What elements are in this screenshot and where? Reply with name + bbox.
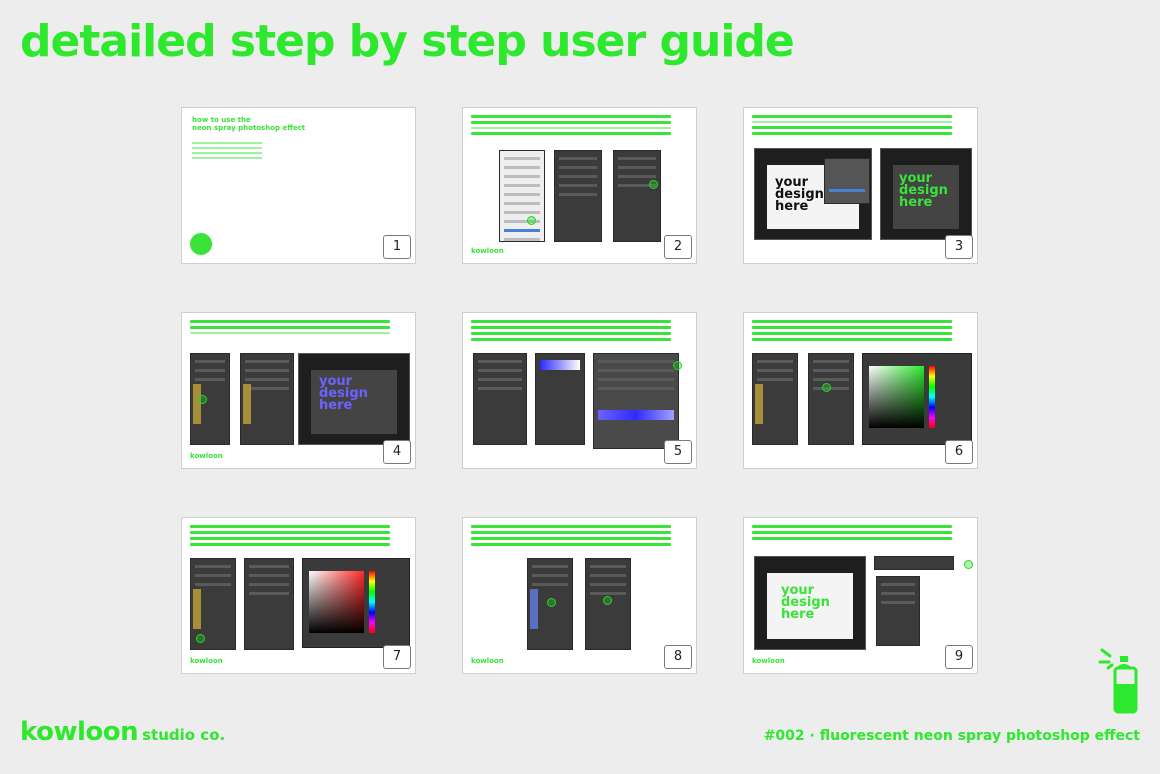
guide-card-5: 5 xyxy=(462,312,697,469)
photoshop-window: your design here xyxy=(298,353,410,445)
highlight-marker-icon xyxy=(603,596,612,605)
color-picker-dialog xyxy=(302,558,410,648)
guide-card-7: kowloon 7 xyxy=(181,517,416,674)
card-caption xyxy=(190,525,390,549)
card-title-line1: how to use the xyxy=(192,116,251,124)
layers-panel xyxy=(473,353,527,445)
photoshop-window: your design here xyxy=(754,556,866,650)
step-number-badge: 1 xyxy=(383,235,411,259)
layers-panel xyxy=(752,353,798,445)
card-caption xyxy=(190,320,390,337)
card-title: how to use the neon spray photoshop effe… xyxy=(192,116,342,132)
highlight-marker-icon xyxy=(198,395,207,404)
highlight-marker-icon xyxy=(822,383,831,392)
layers-menu-panel xyxy=(499,150,545,242)
highlight-marker-icon xyxy=(527,216,536,225)
guide-card-4: your design here kowloon 4 xyxy=(181,312,416,469)
canvas-placeholder-text: your design here xyxy=(775,175,824,214)
highlight-marker-icon xyxy=(547,598,556,607)
gradient-editor-dialog xyxy=(593,353,679,449)
spray-can-icon xyxy=(1098,648,1138,714)
step-number-badge: 7 xyxy=(383,645,411,669)
layers-panel xyxy=(244,558,294,650)
card-brand: kowloon xyxy=(471,247,504,255)
kowloon-logo-icon xyxy=(190,233,212,255)
layers-panel xyxy=(554,150,602,242)
brand-sub: studio co. xyxy=(142,726,226,744)
color-picker-dialog xyxy=(862,353,972,445)
highlight-marker-icon xyxy=(964,560,973,569)
guide-card-1: how to use the neon spray photoshop effe… xyxy=(181,107,416,264)
card-caption xyxy=(471,525,671,549)
step-number-badge: 6 xyxy=(945,440,973,464)
step-number-badge: 2 xyxy=(664,235,692,259)
smart-object-dialog xyxy=(824,158,870,204)
card-caption xyxy=(471,320,671,344)
guide-card-3: your design here your design here 3 xyxy=(743,107,978,264)
card-step-list xyxy=(192,142,262,162)
guide-card-2: kowloon 2 xyxy=(462,107,697,264)
highlight-marker-icon xyxy=(673,361,682,370)
card-brand: kowloon xyxy=(190,452,223,460)
card-caption xyxy=(752,115,952,138)
card-title-line2: neon spray photoshop effect xyxy=(192,124,306,132)
layers-panel xyxy=(613,150,661,242)
card-brand: kowloon xyxy=(471,657,504,665)
step-number-badge: 8 xyxy=(664,645,692,669)
guide-card-6: 6 xyxy=(743,312,978,469)
card-caption xyxy=(752,320,952,344)
guide-card-8: kowloon 8 xyxy=(462,517,697,674)
canvas-placeholder-text: your design here xyxy=(781,583,830,622)
card-brand: kowloon xyxy=(190,657,223,665)
highlight-marker-icon xyxy=(196,634,205,643)
product-title: #002 · fluorescent neon spray photoshop … xyxy=(763,728,1140,744)
card-caption xyxy=(752,525,952,543)
step-number-badge: 5 xyxy=(664,440,692,464)
step-number-badge: 3 xyxy=(945,235,973,259)
card-caption xyxy=(471,115,671,138)
highlight-marker-icon xyxy=(649,180,658,189)
gradient-panel xyxy=(535,353,585,445)
step-number-badge: 4 xyxy=(383,440,411,464)
card-brand: kowloon xyxy=(752,657,785,665)
guide-grid: how to use the neon spray photoshop effe… xyxy=(0,0,1160,774)
step-number-badge: 9 xyxy=(945,645,973,669)
layers-panel xyxy=(808,353,854,445)
photoshop-window: your design here xyxy=(880,148,972,240)
canvas-placeholder-text: your design here xyxy=(899,171,948,210)
brand-name: kowloon xyxy=(20,717,139,747)
layers-panel xyxy=(190,353,230,445)
guide-card-9: your design here kowloon 9 xyxy=(743,517,978,674)
layers-panel xyxy=(240,353,294,445)
blur-gallery-panel xyxy=(874,556,954,570)
blur-tools-panel xyxy=(876,576,920,646)
footer-brand: kowloon studio co. xyxy=(20,717,225,747)
canvas-placeholder-text: your design here xyxy=(319,374,368,413)
